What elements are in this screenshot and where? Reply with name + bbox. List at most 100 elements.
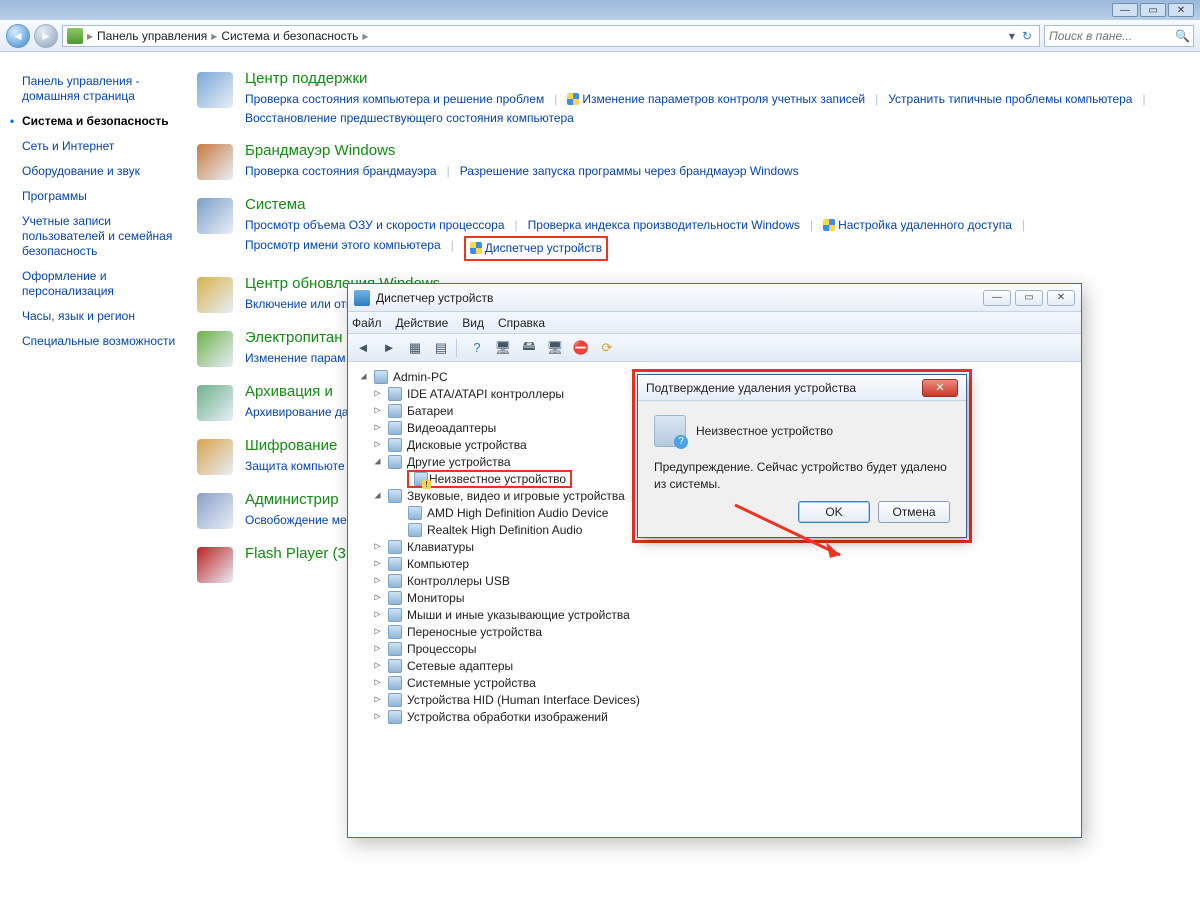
tb-forward-icon[interactable]: ► — [378, 337, 400, 359]
breadcrumb-item-0[interactable]: Панель управления — [97, 29, 207, 43]
expander-icon[interactable]: ▷ — [372, 388, 383, 399]
dm-menu-вид[interactable]: Вид — [462, 316, 484, 330]
portable-icon — [387, 624, 403, 640]
tb-back-icon[interactable]: ◄ — [352, 337, 374, 359]
expander-icon[interactable]: ▷ — [372, 677, 383, 688]
confirm-titlebar[interactable]: Подтверждение удаления устройства ✕ — [638, 375, 966, 401]
category-link[interactable]: Освобождение ме — [245, 511, 347, 530]
category-title[interactable]: Центр поддержки — [245, 70, 1190, 87]
expander-icon[interactable]: ◢ — [372, 456, 383, 467]
category-link[interactable]: Устранить типичные проблемы компьютера — [888, 90, 1132, 109]
sidebar-item-8[interactable]: Специальные возможности — [22, 334, 185, 349]
category-link[interactable]: Настройка удаленного доступа — [823, 216, 1012, 235]
search-input[interactable] — [1045, 29, 1193, 43]
category-link[interactable]: Проверка индекса производительности Wind… — [528, 216, 800, 235]
device-node[interactable]: ▷Мыши и иные указывающие устройства — [370, 606, 1081, 623]
expander-icon[interactable]: ▷ — [372, 660, 383, 671]
category-title[interactable]: Брандмауэр Windows — [245, 142, 1190, 159]
dm-close-button[interactable]: ✕ — [1047, 290, 1075, 306]
category-link[interactable]: Изменение парам — [245, 349, 345, 368]
expander-icon[interactable]: ▷ — [372, 422, 383, 433]
category-link[interactable]: Архивирование да — [245, 403, 349, 422]
category-title[interactable]: Система — [245, 196, 1190, 213]
tb-disable-icon[interactable]: ⛔ — [570, 337, 592, 359]
sidebar-item-7[interactable]: Часы, язык и регион — [22, 309, 185, 324]
sidebar-item-0[interactable]: Панель управления - домашняя страница — [22, 74, 185, 104]
device-node[interactable]: ▷Системные устройства — [370, 674, 1081, 691]
expander-icon[interactable]: ▷ — [372, 643, 383, 654]
dm-menu-справка[interactable]: Справка — [498, 316, 545, 330]
refresh-icon[interactable]: ↻ — [1022, 29, 1032, 43]
device-node[interactable]: ▷Переносные устройства — [370, 623, 1081, 640]
close-button[interactable]: ✕ — [1168, 3, 1194, 17]
sidebar-item-5[interactable]: Учетные записи пользователей и семейная … — [22, 214, 185, 259]
dm-menu-файл[interactable]: Файл — [352, 316, 382, 330]
device-manager-titlebar[interactable]: Диспетчер устройств — ▭ ✕ — [348, 284, 1081, 312]
device-node[interactable]: ▷Устройства HID (Human Interface Devices… — [370, 691, 1081, 708]
back-button[interactable]: ◄ — [6, 24, 30, 48]
sidebar-item-1[interactable]: Система и безопасность — [22, 114, 185, 129]
confirm-cancel-button[interactable]: Отмена — [878, 501, 950, 523]
dm-menu-действие[interactable]: Действие — [396, 316, 449, 330]
breadcrumb-item-1[interactable]: Система и безопасность — [221, 29, 358, 43]
expander-icon[interactable]: ▷ — [372, 626, 383, 637]
forward-button[interactable]: ► — [34, 24, 58, 48]
expander-icon[interactable]: ▷ — [372, 575, 383, 586]
dm-min-button[interactable]: — — [983, 290, 1011, 306]
device-node[interactable]: ▷Устройства обработки изображений — [370, 708, 1081, 725]
device-label: Процессоры — [407, 642, 477, 656]
category-link[interactable]: Просмотр имени этого компьютера — [245, 236, 441, 261]
breadcrumb-dropdown-icon[interactable]: ▾ — [1009, 29, 1015, 43]
search-icon[interactable]: 🔍 — [1175, 29, 1190, 43]
bitlocker-icon — [195, 437, 235, 477]
device-manager-window[interactable]: Диспетчер устройств — ▭ ✕ Файл Действие Ви… — [347, 283, 1082, 838]
device-label: Дисковые устройства — [407, 438, 527, 452]
tb-help-icon[interactable]: ? — [466, 337, 488, 359]
expander-icon[interactable]: ▷ — [372, 405, 383, 416]
confirm-ok-button[interactable]: OK — [798, 501, 870, 523]
search-box[interactable]: 🔍 — [1044, 25, 1194, 47]
category-link[interactable]: Изменение параметров контроля учетных за… — [567, 90, 865, 109]
device-node[interactable]: ▷ Процессоры — [370, 640, 1081, 657]
category-link[interactable]: Диспетчер устройств — [470, 241, 602, 255]
unknown-icon — [413, 471, 429, 487]
expander-icon[interactable]: ▷ — [372, 609, 383, 620]
breadcrumb[interactable]: ▸ Панель управления ▸ Система и безопасн… — [62, 25, 1040, 47]
tb-uninstall-icon[interactable]: 🖥 — [544, 337, 566, 359]
category-link[interactable]: Просмотр объема ОЗУ и скорости процессор… — [245, 216, 505, 235]
tb-scan-icon[interactable]: 🖥 — [492, 337, 514, 359]
expander-icon[interactable]: ▷ — [372, 558, 383, 569]
device-node[interactable]: ▷Мониторы — [370, 589, 1081, 606]
expander-icon[interactable]: ▷ — [372, 439, 383, 450]
device-label: Admin-PC — [393, 370, 448, 384]
sidebar-item-2[interactable]: Сеть и Интернет — [22, 139, 185, 154]
category-link[interactable]: Проверка состояния брандмауэра — [245, 162, 437, 181]
expander-icon[interactable]: ▷ — [372, 711, 383, 722]
tb-properties-icon[interactable]: ▤ — [430, 337, 452, 359]
system-icon — [195, 196, 235, 236]
category-link[interactable]: Защита компьюте — [245, 457, 345, 476]
tb-refresh-icon[interactable]: ⟳ — [596, 337, 618, 359]
sidebar-item-3[interactable]: Оборудование и звук — [22, 164, 185, 179]
expander-icon[interactable]: ▷ — [372, 694, 383, 705]
expander-icon[interactable]: ▷ — [372, 592, 383, 603]
sidebar-item-4[interactable]: Программы — [22, 189, 185, 204]
device-node[interactable]: ▷Компьютер — [370, 555, 1081, 572]
expander-icon[interactable]: ▷ — [372, 541, 383, 552]
category-link[interactable]: Проверка состояния компьютера и решение … — [245, 90, 544, 109]
tb-update-driver-icon[interactable]: 🖴 — [518, 337, 540, 359]
device-label: Контроллеры USB — [407, 574, 510, 588]
category-link[interactable]: Разрешение запуска программы через бранд… — [460, 162, 799, 181]
category-link[interactable]: Восстановление предшествующего состояния… — [245, 109, 574, 128]
sidebar-item-6[interactable]: Оформление и персонализация — [22, 269, 185, 299]
confirm-close-button[interactable]: ✕ — [922, 379, 958, 397]
tb-show-hidden-icon[interactable]: ▦ — [404, 337, 426, 359]
confirm-dialog[interactable]: Подтверждение удаления устройства ✕ Неиз… — [637, 374, 967, 538]
min-button[interactable]: — — [1112, 3, 1138, 17]
device-node[interactable]: ▷Сетевые адаптеры — [370, 657, 1081, 674]
device-node[interactable]: ▷ Контроллеры USB — [370, 572, 1081, 589]
expander-icon[interactable]: ◢ — [358, 371, 369, 382]
dm-max-button[interactable]: ▭ — [1015, 290, 1043, 306]
max-button[interactable]: ▭ — [1140, 3, 1166, 17]
expander-icon[interactable]: ◢ — [372, 490, 383, 501]
